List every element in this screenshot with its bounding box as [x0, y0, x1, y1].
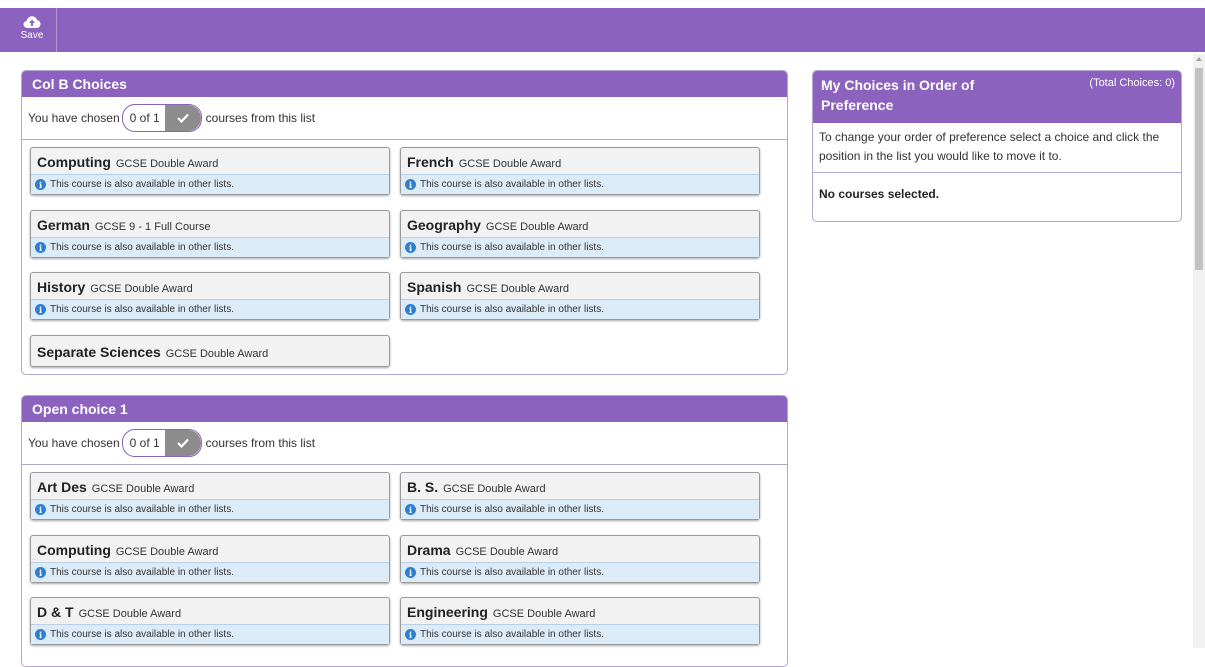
my-choices-title: My Choices in Order of Preference — [821, 77, 975, 113]
chosen-toggle[interactable]: 0 of 1 — [121, 104, 202, 132]
info-icon: i — [35, 242, 46, 253]
course-name: History — [37, 279, 86, 295]
save-label: Save — [20, 30, 44, 41]
course-card-history[interactable]: History GCSE Double Award i This course is… — [30, 272, 390, 320]
preference-instructions: To change your order of preference selec… — [813, 123, 1181, 173]
course-card-d-and-t[interactable]: D & T GCSE Double Award i This course is a… — [30, 597, 390, 645]
info-icon: i — [35, 567, 46, 578]
course-name: French — [407, 154, 454, 170]
course-type: GCSE Double Award — [443, 483, 546, 495]
my-choices-header: My Choices in Order of Preference (Total… — [813, 71, 1181, 123]
course-card-geography[interactable]: Geography GCSE Double Award i This course … — [400, 210, 760, 258]
my-choices-panel: My Choices in Order of Preference (Total… — [812, 70, 1182, 222]
chosen-suffix: courses from this list — [205, 436, 316, 450]
info-icon: i — [35, 504, 46, 515]
course-type: GCSE Double Award — [466, 283, 569, 295]
open-choice-1-panel: Open choice 1 You have chosen 0 of 1 cou… — [21, 395, 788, 667]
course-info: i This course is also available in other … — [401, 174, 759, 194]
col-b-panel: Col B Choices You have chosen 0 of 1 cou… — [21, 70, 788, 375]
course-info: i This course is also available in other … — [31, 299, 389, 319]
course-name: Computing — [37, 154, 111, 170]
info-icon: i — [35, 304, 46, 315]
course-card-computing[interactable]: Computing GCSE Double Award i This course … — [30, 147, 390, 195]
chosen-count: 0 of 1 — [129, 111, 160, 125]
chosen-prefix: You have chosen — [28, 436, 120, 450]
course-name: Computing — [37, 542, 111, 558]
open-1-chosen-row: You have chosen 0 of 1 courses from this… — [22, 422, 787, 465]
check-icon — [164, 430, 201, 456]
course-card-spanish[interactable]: Spanish GCSE Double Award i This course is… — [400, 272, 760, 320]
course-info-text: This course is also available in other l… — [50, 504, 234, 515]
course-name: B. S. — [407, 479, 439, 495]
info-icon: i — [405, 179, 416, 190]
course-info-text: This course is also available in other l… — [420, 179, 604, 190]
course-card-computing-open[interactable]: Computing GCSE Double Award i This course … — [30, 535, 390, 583]
course-card-german[interactable]: German GCSE 9 - 1 Full Course i This cours… — [30, 210, 390, 258]
info-icon: i — [405, 629, 416, 640]
course-name: Art Des — [37, 479, 87, 495]
course-info: i This course is also available in other … — [401, 299, 759, 319]
course-name: Geography — [407, 217, 481, 233]
chosen-count: 0 of 1 — [129, 436, 160, 450]
course-info-text: This course is also available in other l… — [420, 629, 604, 640]
chosen-prefix: You have chosen — [28, 111, 120, 125]
course-name: D & T — [37, 604, 74, 620]
course-info-text: This course is also available in other l… — [420, 304, 604, 315]
course-info-text: This course is also available in other l… — [50, 629, 234, 640]
course-card-engineering[interactable]: Engineering GCSE Double Award i This cours… — [400, 597, 760, 645]
course-name: German — [37, 217, 90, 233]
scrollbar-thumb[interactable] — [1195, 68, 1203, 270]
course-type: GCSE Double Award — [78, 608, 182, 620]
check-icon — [164, 105, 201, 131]
course-type: GCSE 9 - 1 Full Course — [94, 221, 211, 233]
course-info-text: This course is also available in other l… — [50, 567, 234, 578]
course-info-text: This course is also available in other l… — [420, 242, 604, 253]
col-b-chosen-row: You have chosen 0 of 1 courses from this… — [22, 97, 787, 140]
info-icon: i — [405, 242, 416, 253]
course-name: Engineering — [407, 604, 488, 620]
save-button[interactable]: Save — [8, 8, 57, 52]
course-name: Spanish — [407, 279, 462, 295]
course-card-b-s[interactable]: B. S. GCSE Double Award i This course is a… — [400, 472, 760, 520]
course-info-text: This course is also available in other l… — [420, 504, 604, 515]
course-type: GCSE Double Award — [90, 283, 193, 295]
scrollbar[interactable] — [1193, 54, 1205, 648]
chosen-toggle[interactable]: 0 of 1 — [121, 429, 202, 457]
course-info-text: This course is also available in other l… — [50, 242, 234, 253]
course-type: GCSE Double Award — [91, 483, 195, 495]
course-type: GCSE Double Award — [458, 158, 562, 170]
total-choices: (Total Choices: 0) — [1089, 77, 1175, 89]
course-card-separate-sciences[interactable]: Separate Sciences GCSE Double Award — [30, 335, 390, 367]
no-courses-message: No courses selected. — [819, 187, 940, 201]
course-type: GCSE Double Award — [455, 546, 559, 558]
course-type: GCSE Double Award — [165, 348, 269, 360]
course-info-text: This course is also available in other l… — [50, 179, 234, 190]
info-icon: i — [35, 629, 46, 640]
course-info: i This course is also available in other … — [31, 499, 389, 519]
toolbar: Save — [0, 8, 1205, 52]
course-card-drama[interactable]: Drama GCSE Double Award i This course is a… — [400, 535, 760, 583]
course-card-art-des[interactable]: Art Des GCSE Double Award i This course is… — [30, 472, 390, 520]
course-type: GCSE Double Award — [485, 221, 589, 233]
course-name: Drama — [407, 542, 451, 558]
course-info-text: This course is also available in other l… — [50, 304, 234, 315]
course-name: Separate Sciences — [37, 344, 161, 360]
info-icon: i — [405, 304, 416, 315]
cloud-upload-icon — [23, 16, 41, 28]
scroll-up-icon[interactable] — [1196, 57, 1202, 61]
course-info-text: This course is also available in other l… — [420, 567, 604, 578]
course-type: GCSE Double Award — [115, 546, 219, 558]
info-icon: i — [35, 179, 46, 190]
open-choice-1-title: Open choice 1 — [22, 396, 787, 422]
course-type: GCSE Double Award — [492, 608, 596, 620]
col-b-title: Col B Choices — [22, 71, 787, 97]
course-type: GCSE Double Award — [115, 158, 219, 170]
info-icon: i — [405, 567, 416, 578]
chosen-suffix: courses from this list — [205, 111, 316, 125]
info-icon: i — [405, 504, 416, 515]
course-card-french[interactable]: French GCSE Double Award i This course is … — [400, 147, 760, 195]
